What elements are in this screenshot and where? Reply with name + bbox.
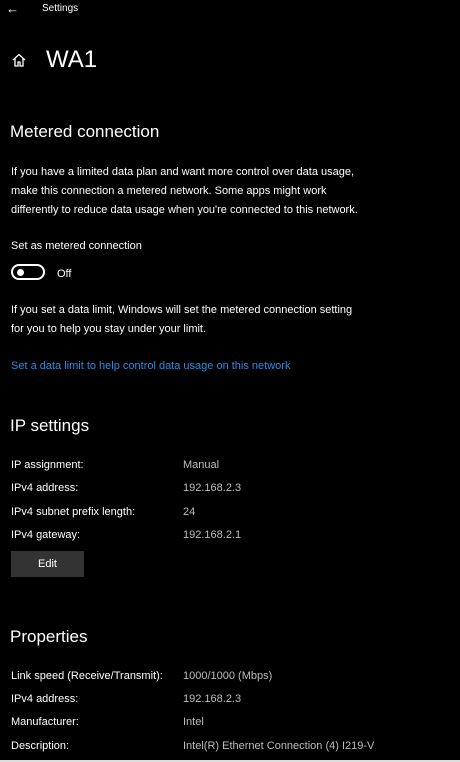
- properties-heading: Properties: [10, 627, 88, 646]
- description-label: Description:: [11, 740, 70, 752]
- metered-toggle-label: Set as metered connection: [11, 240, 142, 252]
- data-limit-note-line: for you to help you stay under your limi…: [11, 323, 207, 335]
- metered-description-line: If you have a limited data plan and want…: [11, 166, 355, 178]
- ipv4-address-value: 192.168.2.3: [183, 482, 242, 494]
- ipv4-address-label: IPv4 address:: [11, 482, 79, 494]
- link-speed-label: Link speed (Receive/Transmit):: [11, 670, 163, 682]
- toggle-knob: [17, 269, 24, 276]
- manufacturer-value: Intel: [183, 716, 204, 728]
- ip-assignment-label: IP assignment:: [11, 459, 84, 471]
- data-limit-link[interactable]: Set a data limit to help control data us…: [11, 360, 290, 372]
- metered-toggle[interactable]: [11, 264, 45, 280]
- prop-ipv4-address-label: IPv4 address:: [11, 693, 79, 705]
- metered-toggle-state: Off: [57, 268, 72, 280]
- metered-description-line: differently to reduce data usage when yo…: [11, 204, 358, 216]
- app-title: Settings: [42, 3, 79, 14]
- edit-button[interactable]: Edit: [11, 551, 84, 577]
- link-speed-value: 1000/1000 (Mbps): [183, 670, 273, 682]
- data-limit-note: If you set a data limit, Windows will se…: [11, 301, 431, 339]
- description-value: Intel(R) Ethernet Connection (4) I219-V: [183, 740, 375, 752]
- prop-ipv4-address-value: 192.168.2.3: [183, 693, 242, 705]
- metered-heading: Metered connection: [10, 122, 160, 141]
- manufacturer-label: Manufacturer:: [11, 716, 79, 728]
- back-arrow-icon[interactable]: ←: [6, 0, 19, 18]
- subnet-prefix-label: IPv4 subnet prefix length:: [11, 506, 136, 518]
- subnet-prefix-value: 24: [183, 506, 196, 518]
- title-bar: ← Settings: [0, 0, 460, 20]
- metered-description-line: make this connection a metered network. …: [11, 185, 327, 197]
- data-limit-note-line: If you set a data limit, Windows will se…: [11, 304, 353, 316]
- metered-description: If you have a limited data plan and want…: [11, 163, 431, 220]
- home-icon: [12, 53, 26, 67]
- page-title: WA1: [46, 46, 98, 73]
- ipv4-gateway-label: IPv4 gateway:: [11, 529, 81, 541]
- ip-assignment-value: Manual: [183, 459, 220, 471]
- ip-settings-heading: IP settings: [10, 416, 90, 435]
- ipv4-gateway-value: 192.168.2.1: [183, 529, 242, 541]
